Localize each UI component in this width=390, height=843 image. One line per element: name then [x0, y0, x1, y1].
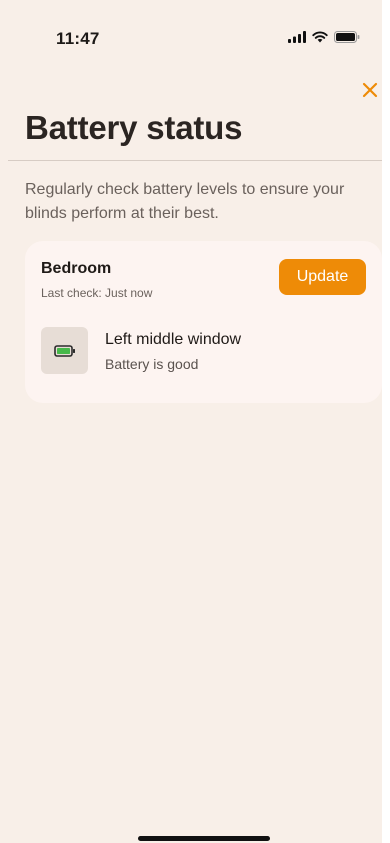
- battery-icon: [334, 31, 360, 43]
- status-bar: 11:47: [0, 0, 382, 54]
- device-battery-tile: [41, 327, 88, 374]
- update-button[interactable]: Update: [279, 259, 366, 295]
- last-check-text: Last check: Just now: [41, 286, 153, 300]
- device-name: Left middle window: [105, 331, 242, 348]
- status-time: 11:47: [56, 29, 100, 48]
- close-icon: [362, 82, 378, 98]
- home-indicator[interactable]: [138, 836, 270, 841]
- close-button[interactable]: [358, 78, 382, 102]
- intro-text: Regularly check battery levels to ensure…: [25, 181, 345, 222]
- battery-status-screen: 11:47 Battery status Regularly check bat…: [0, 0, 382, 843]
- cellular-signal-icon: [288, 31, 306, 43]
- wifi-icon: [312, 31, 328, 43]
- device-row[interactable]: Left middle window Battery is good: [41, 327, 361, 375]
- status-icons: [288, 31, 360, 43]
- header-divider: [8, 160, 382, 161]
- room-name: Bedroom: [41, 260, 112, 277]
- device-battery-status: Battery is good: [105, 356, 199, 372]
- room-card: Bedroom Last check: Just now Update Left…: [25, 241, 382, 403]
- page-title: Battery status: [25, 109, 243, 146]
- battery-full-icon: [53, 344, 75, 357]
